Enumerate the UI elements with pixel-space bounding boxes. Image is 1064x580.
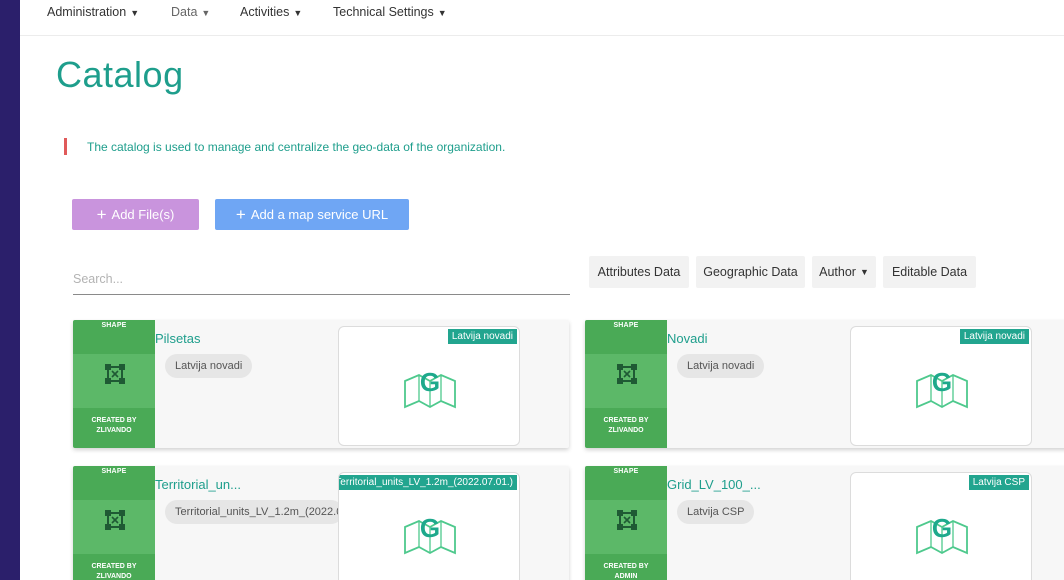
top-navigation: Administration ▼ Data ▼ Activities ▼ Techni… — [20, 0, 1064, 36]
nav-item-technical-settings[interactable]: Technical Settings ▼ — [333, 5, 447, 19]
chevron-down-icon: ▼ — [130, 8, 140, 18]
nav-item-label: Activities — [240, 5, 290, 19]
card-thumbnail: Latvija novadi G — [338, 326, 520, 446]
created-by-label: CREATED BY ADMIN — [585, 562, 667, 580]
g-map-logo-icon: G — [404, 367, 456, 409]
thumbnail-tag: Latvija CSP — [968, 475, 1029, 490]
catalog-card[interactable]: SHAPE CREATED BY ZLIVANDO Territorial_un… — [73, 466, 569, 580]
card-tag-chip[interactable]: Latvija novadi — [677, 354, 765, 378]
filter-label: Geographic Data — [703, 265, 798, 279]
thumbnail-tag: Territorial_units_LV_1.2m_(2022.07.01.) — [339, 475, 517, 490]
vector-shape-icon — [617, 510, 637, 530]
nav-item-label: Data — [171, 5, 198, 19]
created-by-text: CREATED BY — [603, 417, 649, 424]
created-by-label: CREATED BY ZLIVANDO — [73, 562, 155, 580]
note-accent-bar — [64, 138, 67, 155]
nav-item-activities[interactable]: Activities ▼ — [240, 5, 302, 19]
thumbnail-tag: Latvija novadi — [447, 329, 517, 344]
catalog-card[interactable]: SHAPE CREATED BY ZLIVANDO Pilsetas Latvi… — [73, 320, 569, 448]
filter-label: Attributes Data — [597, 265, 681, 279]
filter-author-dropdown[interactable]: Author ▼ — [812, 256, 876, 288]
catalog-card[interactable]: SHAPE CREATED BY ZLIVANDO Novadi Latvija… — [585, 320, 1064, 448]
g-map-logo-icon: G — [404, 513, 456, 555]
chevron-down-icon: ▼ — [859, 267, 869, 277]
created-by-text: CREATED BY — [91, 563, 137, 570]
page-title: Catalog — [56, 54, 184, 95]
g-map-logo-icon: G — [916, 367, 968, 409]
card-type-label: SHAPE — [101, 468, 127, 475]
catalog-card[interactable]: SHAPE CREATED BY ADMIN Grid_LV_100_... L… — [585, 466, 1064, 580]
card-type-label: SHAPE — [613, 322, 639, 329]
svg-text:G: G — [420, 513, 440, 543]
card-thumbnail: Latvija novadi G — [850, 326, 1032, 446]
card-title[interactable]: Grid_LV_100_... — [667, 477, 761, 492]
plus-icon: + — [235, 205, 246, 224]
page-description: The catalog is used to manage and centra… — [87, 140, 506, 154]
card-title[interactable]: Novadi — [667, 331, 707, 346]
g-map-logo-icon: G — [916, 513, 968, 555]
card-thumbnail: Latvija CSP G — [850, 472, 1032, 580]
card-author: ADMIN — [614, 573, 638, 580]
card-author: ZLIVANDO — [96, 427, 132, 434]
card-type-panel: SHAPE CREATED BY ADMIN — [585, 466, 667, 580]
add-map-service-url-button[interactable]: + Add a map service URL — [215, 199, 409, 230]
card-type-label: SHAPE — [613, 468, 639, 475]
card-tag-chip[interactable]: Latvija novadi — [165, 354, 253, 378]
add-map-service-url-label: Add a map service URL — [250, 207, 389, 222]
filter-label: Editable Data — [891, 265, 968, 279]
card-tag-chip[interactable]: Territorial_units_LV_1.2m_(2022.07 — [165, 500, 343, 524]
chevron-down-icon: ▼ — [437, 8, 447, 18]
card-thumbnail: Territorial_units_LV_1.2m_(2022.07.01.) … — [338, 472, 520, 580]
vector-shape-icon — [105, 510, 125, 530]
nav-item-label: Technical Settings — [333, 5, 434, 19]
card-tag-chip[interactable]: Latvija CSP — [677, 500, 755, 524]
add-files-button[interactable]: + Add File(s) — [72, 199, 199, 230]
plus-icon: + — [96, 205, 107, 224]
vector-shape-icon — [617, 364, 637, 384]
thumbnail-tag: Latvija novadi — [959, 329, 1029, 344]
nav-item-data[interactable]: Data ▼ — [171, 5, 210, 19]
app-frame: Administration ▼ Data ▼ Activities ▼ Techni… — [20, 0, 1064, 580]
svg-text:G: G — [420, 367, 440, 397]
chevron-down-icon: ▼ — [293, 8, 303, 18]
nav-item-label: Administration — [47, 5, 127, 19]
created-by-label: CREATED BY ZLIVANDO — [585, 416, 667, 436]
card-type-label: SHAPE — [101, 322, 127, 329]
card-author: ZLIVANDO — [96, 573, 132, 580]
add-files-label: Add File(s) — [111, 207, 175, 222]
svg-text:G: G — [932, 367, 952, 397]
card-title[interactable]: Pilsetas — [155, 331, 201, 346]
filter-geographic-data[interactable]: Geographic Data — [696, 256, 805, 288]
card-author: ZLIVANDO — [608, 427, 644, 434]
created-by-text: CREATED BY — [603, 563, 649, 570]
card-type-panel: SHAPE CREATED BY ZLIVANDO — [73, 466, 155, 580]
card-type-panel: SHAPE CREATED BY ZLIVANDO — [73, 320, 155, 448]
created-by-text: CREATED BY — [91, 417, 137, 424]
search-input[interactable] — [73, 256, 570, 295]
filter-editable-data[interactable]: Editable Data — [883, 256, 976, 288]
chevron-down-icon: ▼ — [201, 8, 211, 18]
card-title[interactable]: Territorial_un... — [155, 477, 241, 492]
filter-label: Author — [819, 265, 856, 279]
svg-text:G: G — [932, 513, 952, 543]
nav-item-administration[interactable]: Administration ▼ — [47, 5, 139, 19]
filter-attributes-data[interactable]: Attributes Data — [589, 256, 689, 288]
created-by-label: CREATED BY ZLIVANDO — [73, 416, 155, 436]
vector-shape-icon — [105, 364, 125, 384]
card-type-panel: SHAPE CREATED BY ZLIVANDO — [585, 320, 667, 448]
